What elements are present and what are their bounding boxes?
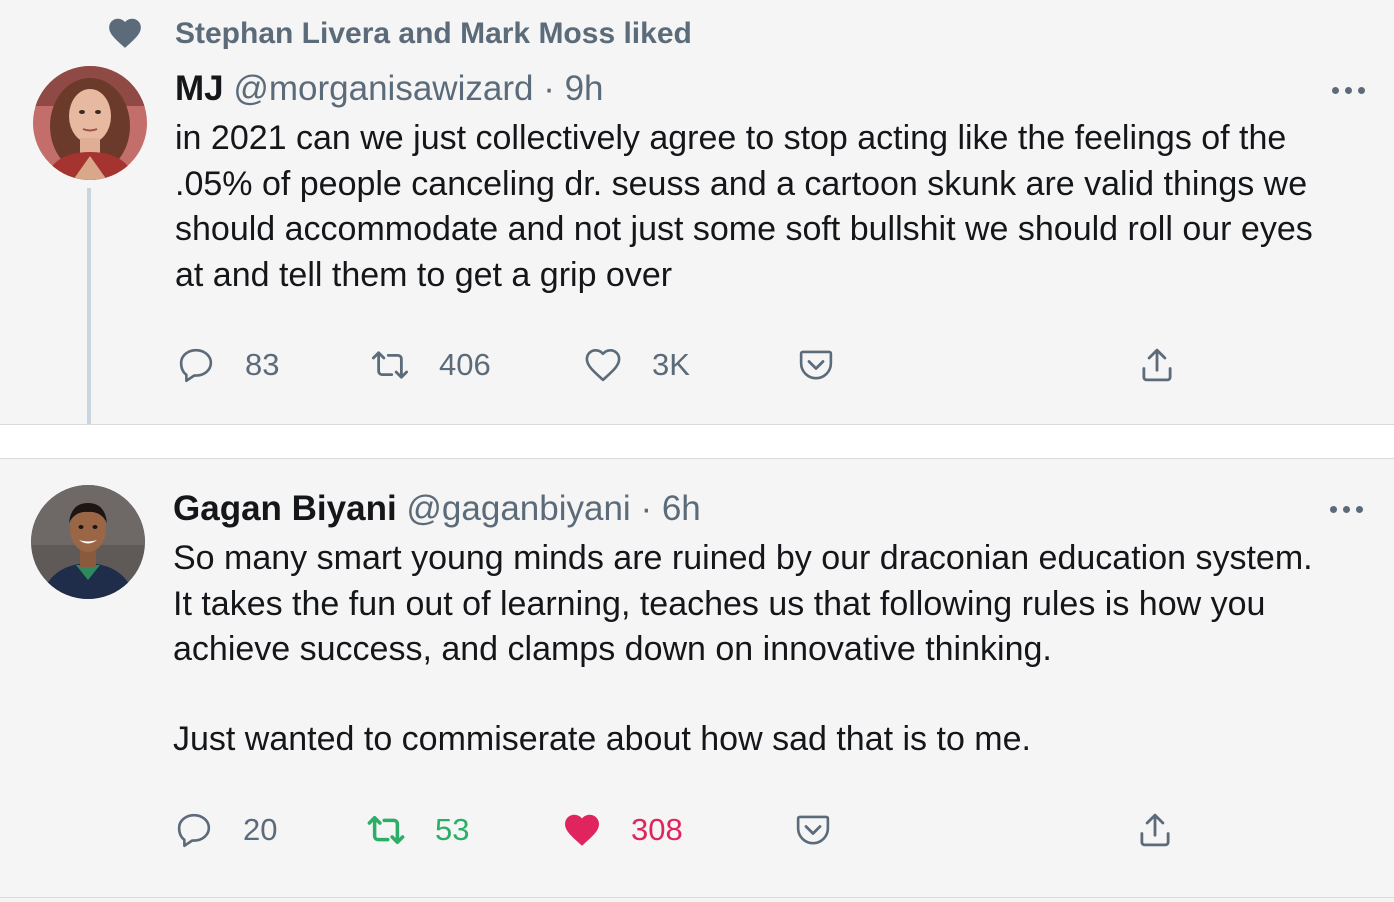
heart-icon bbox=[109, 18, 141, 48]
more-icon[interactable] bbox=[1332, 80, 1372, 100]
reply-button[interactable]: 20 bbox=[173, 809, 277, 851]
share-icon bbox=[1142, 348, 1172, 382]
tweet-text-paragraph-2: Just wanted to commiserate about how sad… bbox=[173, 717, 1031, 763]
display-name[interactable]: Gagan Biyani bbox=[173, 489, 397, 528]
timestamp[interactable]: 6h bbox=[662, 489, 701, 528]
reply-button[interactable]: 83 bbox=[175, 344, 279, 386]
tweet-separator bbox=[0, 425, 1394, 458]
pocket-button[interactable] bbox=[795, 344, 837, 386]
handle[interactable]: @morganisawizard bbox=[233, 69, 533, 108]
tweet-text-line: It takes the fun out of learning, teache… bbox=[173, 584, 1266, 623]
tweet-text-line: .05% of people canceling dr. seuss and a… bbox=[175, 164, 1308, 203]
avatar[interactable] bbox=[31, 485, 145, 599]
tweet-text: So many smart young minds are ruined by … bbox=[173, 536, 1313, 673]
retweet-count: 406 bbox=[439, 347, 491, 382]
social-context: Stephan Livera and Mark Moss liked bbox=[106, 14, 692, 52]
tweet-mj[interactable]: Stephan Livera and Mark Moss liked MJ @m… bbox=[0, 0, 1394, 425]
display-name[interactable]: MJ bbox=[175, 69, 224, 108]
share-icon bbox=[1140, 813, 1170, 847]
tweet-header: Gagan Biyani @gaganbiyani · 6h bbox=[173, 489, 701, 529]
tweet-gagan[interactable]: Gagan Biyani @gaganbiyani · 6h So many s… bbox=[0, 458, 1394, 898]
reply-icon bbox=[179, 348, 213, 383]
tweet-text-line: at and tell them to get a grip over bbox=[175, 255, 673, 294]
heart-outline-icon bbox=[585, 348, 621, 382]
timestamp[interactable]: 9h bbox=[565, 69, 604, 108]
separator-dot: · bbox=[640, 489, 653, 528]
tweet-text-line: So many smart young minds are ruined by … bbox=[173, 539, 1313, 577]
pocket-button[interactable] bbox=[792, 809, 834, 851]
tweet-text-line: in 2021 can we just collectively agree t… bbox=[175, 119, 1287, 157]
share-button[interactable] bbox=[1136, 344, 1178, 386]
reply-count: 20 bbox=[243, 812, 278, 847]
retweet-count: 53 bbox=[435, 812, 470, 847]
like-button[interactable]: 3K bbox=[582, 344, 690, 386]
thread-line bbox=[87, 188, 91, 424]
tweet-header: MJ @morganisawizard · 9h bbox=[175, 69, 604, 109]
avatar[interactable] bbox=[33, 66, 147, 180]
reply-icon bbox=[177, 813, 211, 848]
heart-filled-icon bbox=[565, 814, 599, 846]
tweet-text-line: Just wanted to commiserate about how sad… bbox=[173, 720, 1031, 758]
like-count: 308 bbox=[631, 812, 683, 847]
retweet-icon bbox=[367, 816, 405, 844]
handle[interactable]: @gaganbiyani bbox=[406, 489, 630, 528]
retweet-button[interactable]: 406 bbox=[369, 344, 491, 386]
pocket-icon bbox=[796, 815, 830, 845]
more-icon[interactable] bbox=[1330, 499, 1370, 519]
pocket-icon bbox=[799, 350, 833, 380]
separator-dot: · bbox=[543, 69, 555, 108]
like-button[interactable]: 308 bbox=[561, 809, 683, 851]
tweet-text: in 2021 can we just collectively agree t… bbox=[175, 116, 1313, 298]
share-button[interactable] bbox=[1134, 809, 1176, 851]
tweet-text-line: achieve success, and clamps down on inno… bbox=[173, 630, 1052, 668]
like-count: 3K bbox=[652, 347, 690, 382]
reply-count: 83 bbox=[245, 347, 280, 382]
retweet-icon bbox=[371, 351, 409, 379]
tweet-text-line: should accommodate and not just some sof… bbox=[175, 210, 1313, 248]
social-context-text: Stephan Livera and Mark Moss liked bbox=[175, 17, 692, 50]
retweet-button[interactable]: 53 bbox=[365, 809, 469, 851]
